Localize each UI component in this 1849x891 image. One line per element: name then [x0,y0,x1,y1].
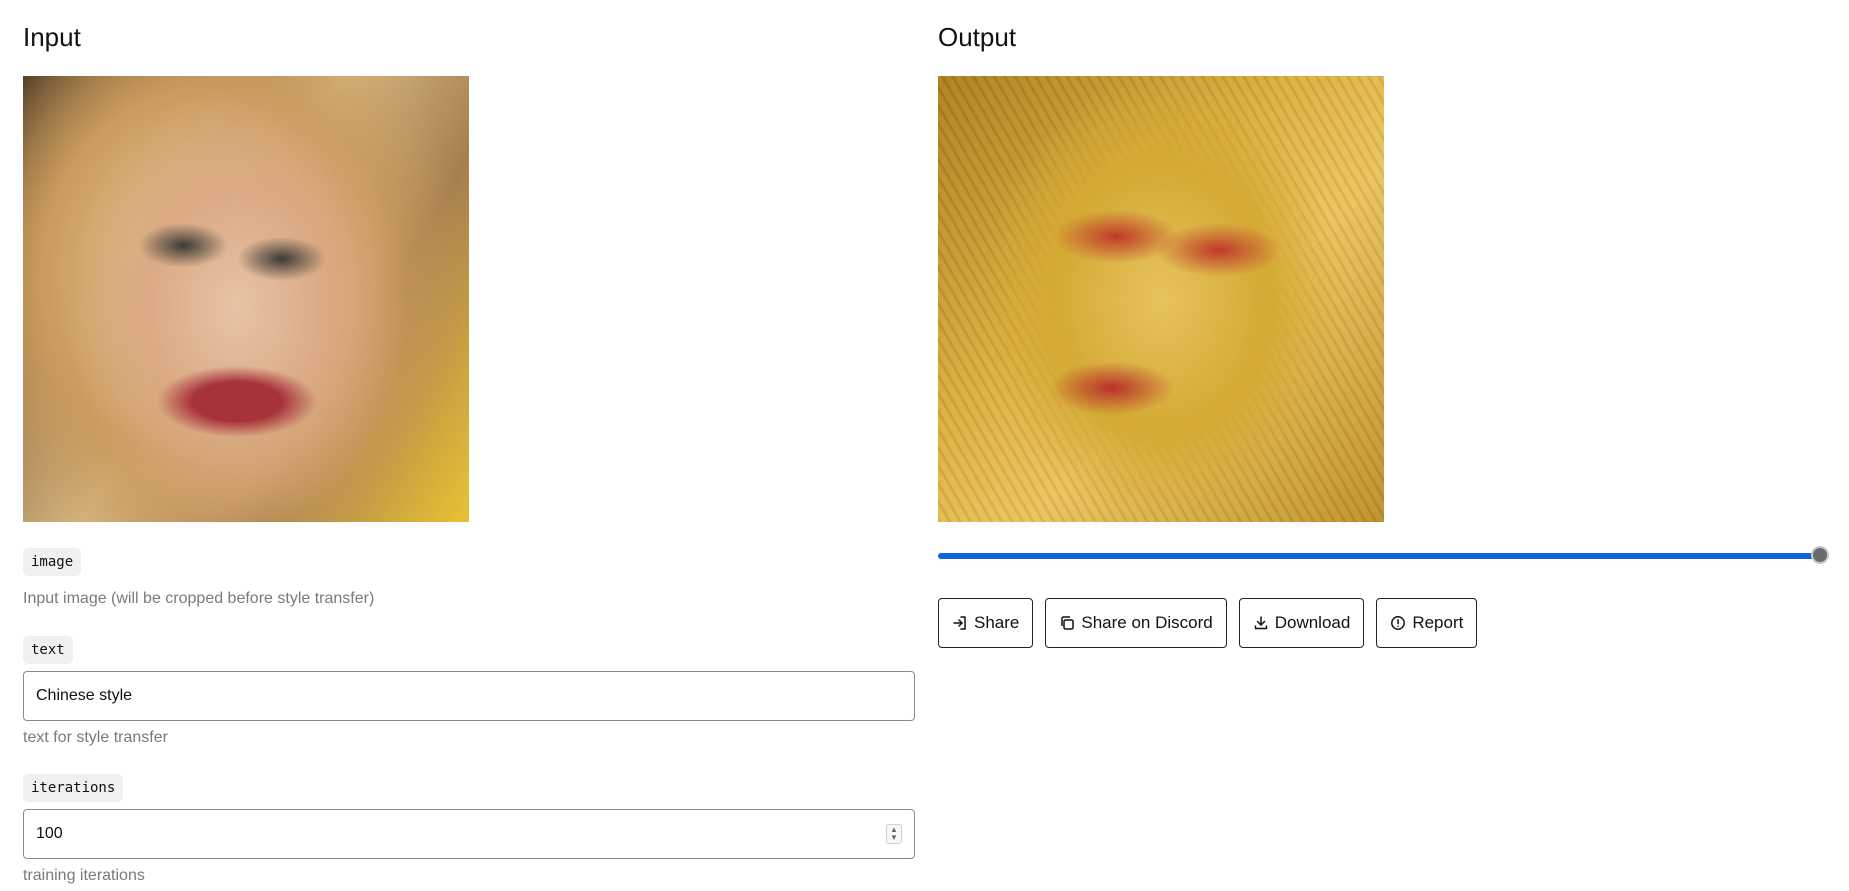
text-field-help: text for style transfer [23,729,168,746]
copy-icon [1059,615,1075,631]
output-actions: Share Share on Discord Download Report [938,598,1478,648]
report-button-label: Report [1412,613,1464,632]
output-image[interactable] [938,76,1384,522]
download-button[interactable]: Download [1238,598,1365,648]
iterations-input-value: 100 [36,825,63,842]
share-arrow-icon [952,615,968,631]
share-button[interactable]: Share [938,598,1034,648]
iterations-field-help: training iterations [23,867,145,884]
report-alert-icon [1390,615,1406,631]
output-title: Output [938,22,1017,52]
download-icon [1253,615,1269,631]
output-slider-thumb[interactable] [1811,546,1829,564]
input-title: Input [23,22,81,52]
iterations-stepper[interactable]: ▲ ▼ [886,824,902,844]
text-input-value: Chinese style [36,687,133,704]
iterations-input[interactable]: 100 ▲ ▼ [23,809,915,859]
image-field-help: Input image (will be cropped before styl… [23,590,375,607]
image-field-tag: image [23,548,82,576]
iterations-field-tag: iterations [23,774,124,802]
text-input[interactable]: Chinese style [23,671,915,721]
report-button[interactable]: Report [1376,598,1478,648]
input-image[interactable] [23,76,469,522]
text-field-tag: text [23,636,73,664]
chevron-down-icon[interactable]: ▼ [890,834,898,842]
download-button-label: Download [1274,613,1351,632]
share-on-discord-label: Share on Discord [1081,613,1213,632]
share-button-label: Share [974,613,1020,632]
share-on-discord-button[interactable]: Share on Discord [1045,598,1227,648]
output-slider-track[interactable] [938,553,1822,559]
